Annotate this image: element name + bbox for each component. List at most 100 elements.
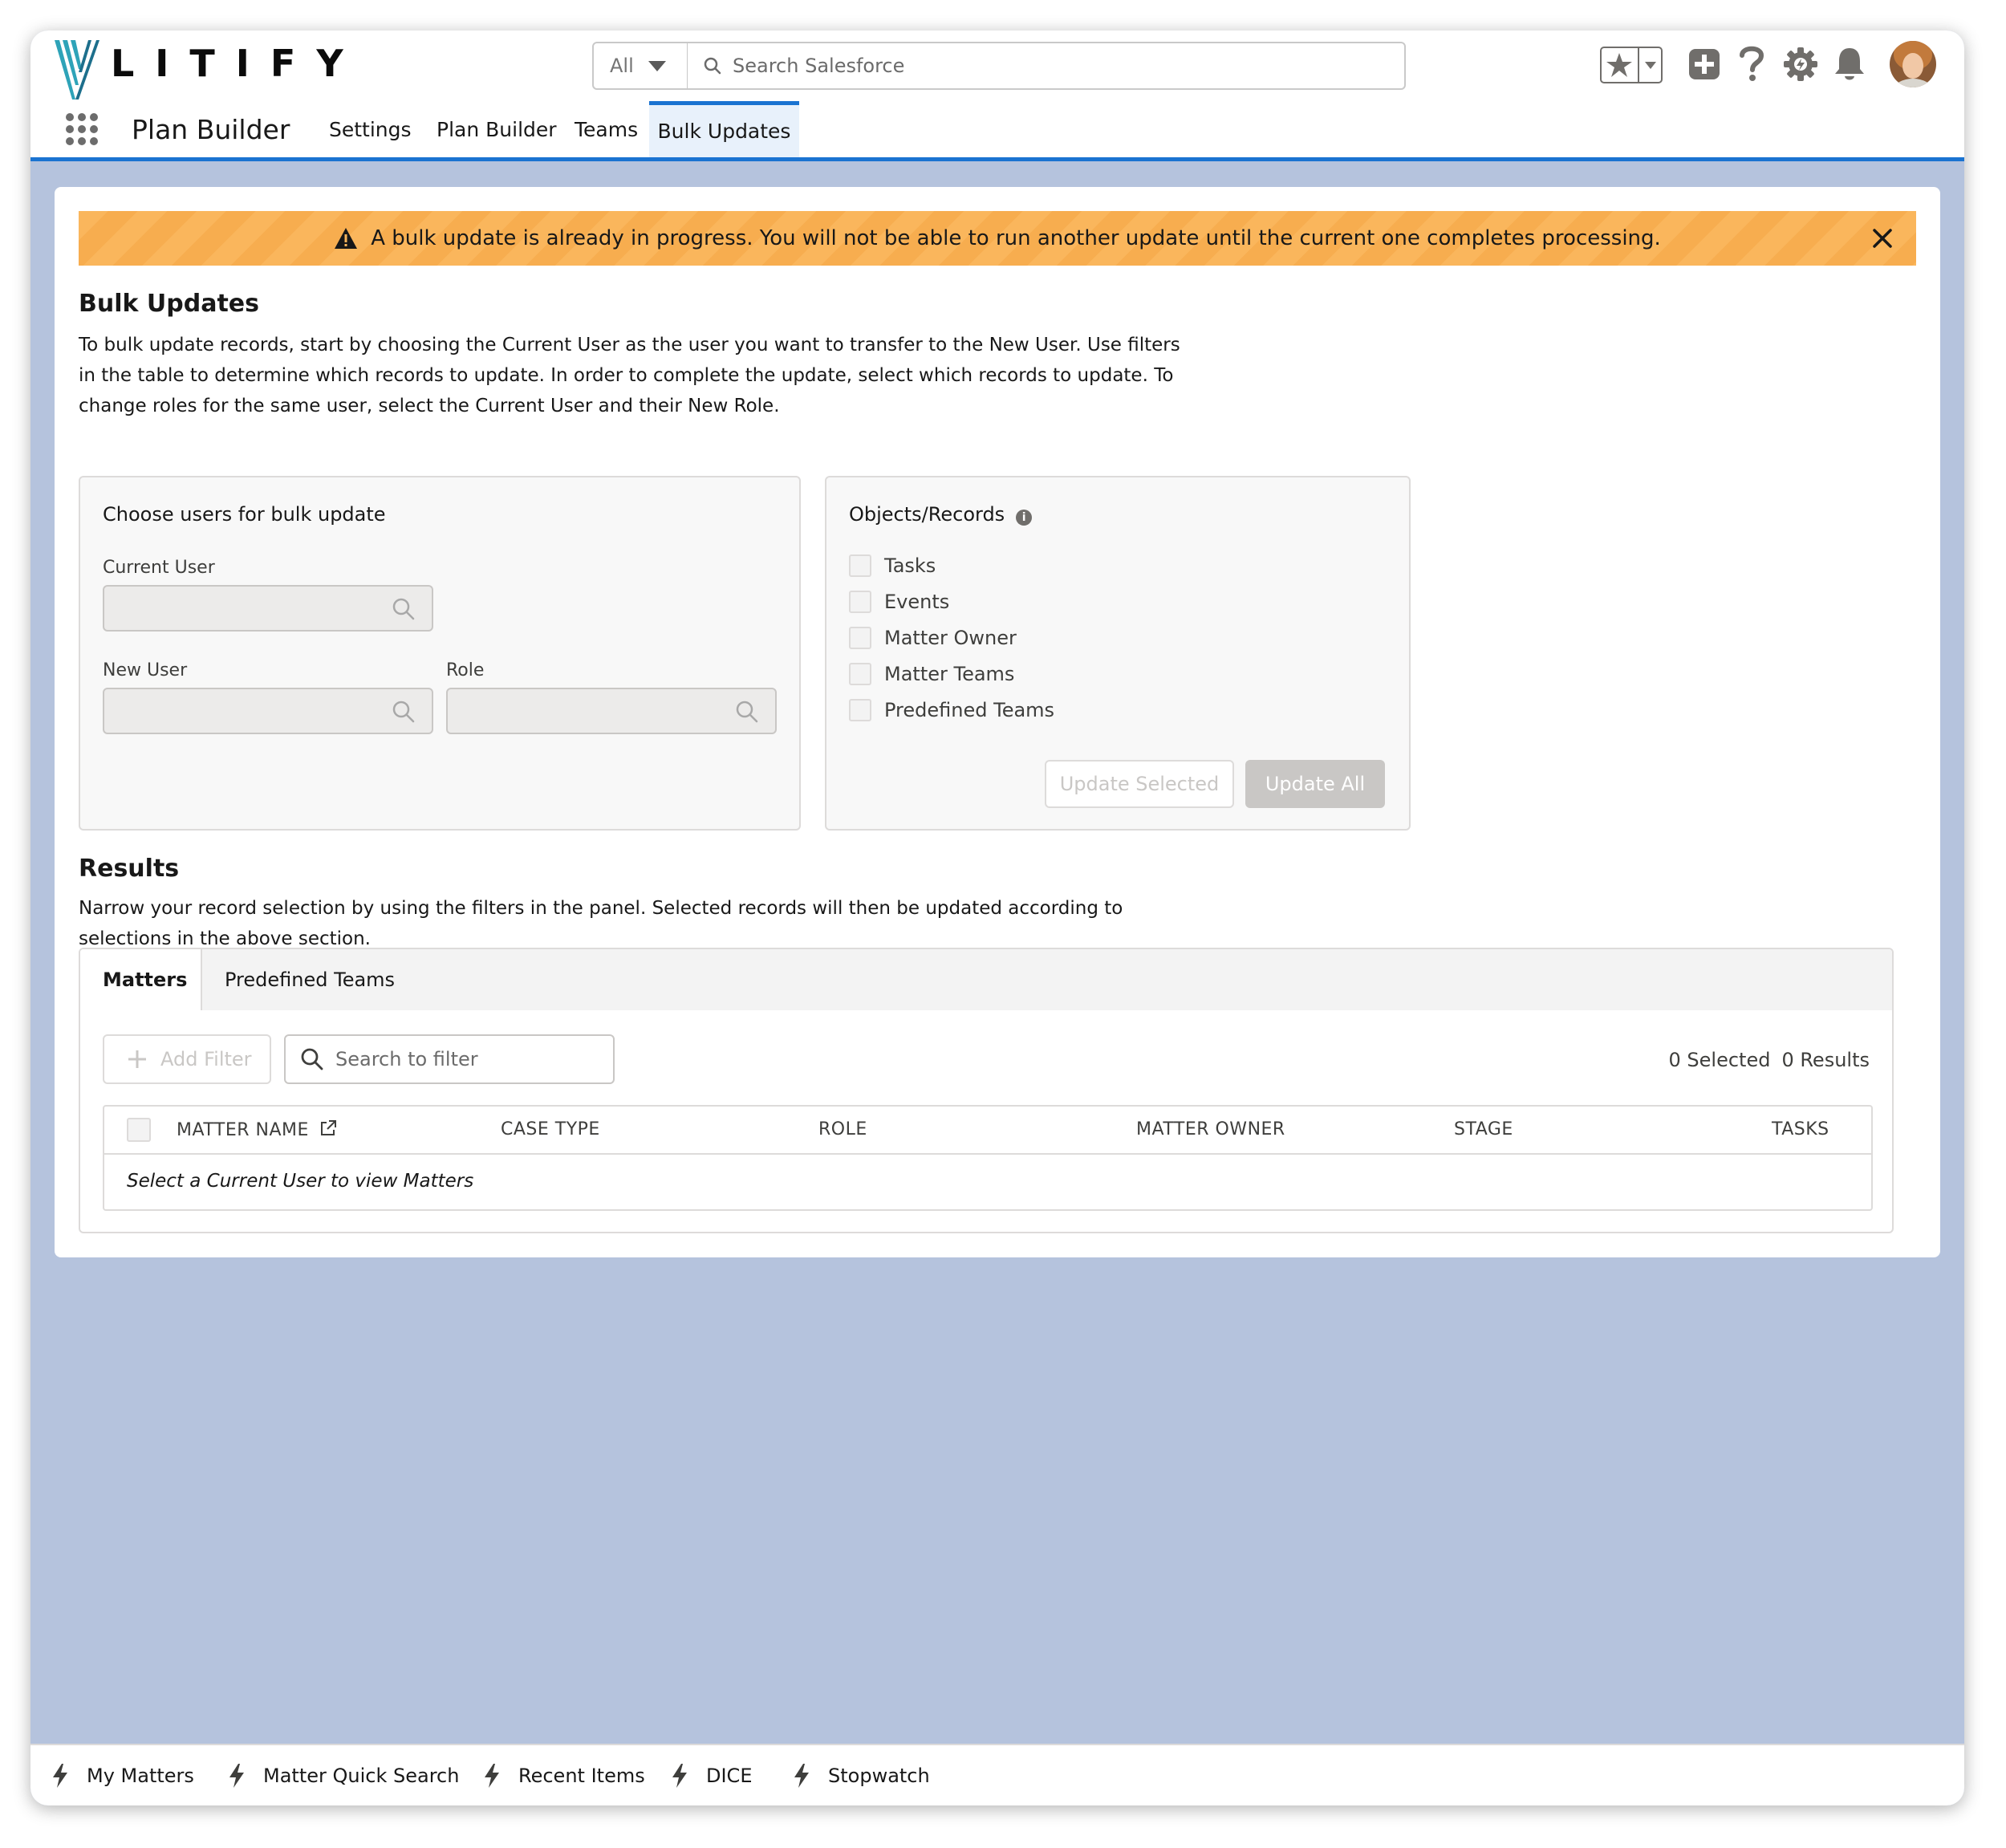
search-scope-dropdown[interactable]: All xyxy=(592,42,688,90)
update-all-button[interactable]: Update All xyxy=(1245,760,1385,808)
bulk-updates-description: To bulk update records, start by choosin… xyxy=(79,330,1180,421)
global-search[interactable] xyxy=(687,42,1406,90)
objects-records-title: Objects/Records i xyxy=(849,503,1033,526)
column-tasks[interactable]: TASKS xyxy=(1772,1119,1829,1139)
objects-records-panel: Objects/Records i Tasks Events Matter Own… xyxy=(825,476,1411,831)
search-scope-value: All xyxy=(610,55,634,77)
column-role[interactable]: ROLE xyxy=(818,1119,867,1139)
add-filter-label: Add Filter xyxy=(160,1048,252,1070)
selected-count: 0 Selected xyxy=(1668,1049,1771,1071)
search-filter-field[interactable] xyxy=(284,1034,615,1084)
results-panel: Matters Predefined Teams Add Filter 0 Se… xyxy=(79,948,1894,1233)
global-header: LITIFY All Search Salesforce Plan Builde… xyxy=(30,30,1964,161)
utility-matter-quick-search[interactable]: Matter Quick Search xyxy=(228,1763,459,1789)
global-search-input[interactable] xyxy=(733,55,1375,77)
utility-label: DICE xyxy=(706,1765,753,1787)
option-label: Tasks xyxy=(884,554,936,577)
description-line: in the table to determine which records … xyxy=(79,365,1174,386)
add-icon[interactable] xyxy=(1688,48,1720,80)
option-matter-owner[interactable]: Matter Owner xyxy=(849,627,1017,649)
search-icon xyxy=(392,598,415,620)
current-user-lookup[interactable] xyxy=(103,585,433,632)
option-predefined-teams[interactable]: Predefined Teams xyxy=(849,699,1054,721)
search-icon xyxy=(736,701,758,723)
tab-matters[interactable]: Matters xyxy=(80,949,202,1010)
litify-logo xyxy=(55,40,99,100)
search-icon xyxy=(392,701,415,723)
nav-tab-plan-builder[interactable]: Plan Builder xyxy=(419,101,575,157)
checkbox[interactable] xyxy=(849,663,871,685)
help-icon[interactable] xyxy=(1738,45,1765,82)
external-link-icon xyxy=(321,1120,337,1135)
lightning-bolt-icon xyxy=(485,1764,499,1788)
close-icon[interactable] xyxy=(1870,225,1895,251)
column-matter-owner[interactable]: MATTER OWNER xyxy=(1136,1119,1285,1139)
info-icon[interactable]: i xyxy=(1016,510,1033,526)
bulk-updates-card: A bulk update is already in progress. Yo… xyxy=(55,187,1940,1257)
role-label: Role xyxy=(446,660,485,680)
app-name: Plan Builder xyxy=(132,114,290,145)
brand-wordmark: LITIFY xyxy=(111,42,364,85)
option-matter-teams[interactable]: Matter Teams xyxy=(849,663,1014,685)
checkbox[interactable] xyxy=(849,627,871,649)
utility-dice[interactable]: DICE xyxy=(671,1763,752,1789)
new-user-lookup[interactable] xyxy=(103,688,433,734)
nav-tab-settings[interactable]: Settings xyxy=(311,101,429,157)
empty-state-message: Select a Current User to view Matters xyxy=(127,1171,474,1192)
utility-stopwatch[interactable]: Stopwatch xyxy=(793,1763,930,1789)
new-user-label: New User xyxy=(103,660,188,680)
option-events[interactable]: Events xyxy=(849,591,949,613)
option-tasks[interactable]: Tasks xyxy=(849,554,936,577)
utility-label: Matter Quick Search xyxy=(263,1765,460,1787)
update-selected-button[interactable]: Update Selected xyxy=(1045,760,1234,808)
utility-my-matters[interactable]: My Matters xyxy=(51,1763,194,1789)
search-icon xyxy=(704,57,721,75)
description-line: To bulk update records, start by choosin… xyxy=(79,335,1180,355)
lightning-bolt-icon xyxy=(794,1764,809,1788)
table-header: MATTER NAME CASE TYPE ROLE MATTER OWNER … xyxy=(104,1107,1871,1155)
user-avatar[interactable] xyxy=(1889,40,1937,88)
notifications-bell-icon[interactable] xyxy=(1833,47,1866,82)
search-filter-input[interactable] xyxy=(335,1048,608,1070)
option-label: Matter Teams xyxy=(884,663,1015,685)
lightning-bolt-icon xyxy=(53,1764,67,1788)
column-label: MATTER NAME xyxy=(177,1120,309,1140)
chevron-down-icon xyxy=(648,60,666,71)
app-window: LITIFY All Search Salesforce Plan Builde… xyxy=(30,30,1964,1805)
nav-tab-bulk-updates[interactable]: Bulk Updates xyxy=(649,101,799,157)
utility-recent-items[interactable]: Recent Items xyxy=(483,1763,645,1789)
option-label: Events xyxy=(884,591,950,613)
column-matter-name[interactable]: MATTER NAME xyxy=(177,1119,337,1140)
bulk-updates-title: Bulk Updates xyxy=(79,290,259,318)
checkbox[interactable] xyxy=(849,554,871,577)
tab-predefined-teams[interactable]: Predefined Teams xyxy=(202,949,417,1010)
description-line: change roles for the same user, select t… xyxy=(79,396,780,416)
option-label: Matter Owner xyxy=(884,627,1017,649)
column-stage[interactable]: STAGE xyxy=(1454,1119,1513,1139)
results-count: 0 Results xyxy=(1781,1049,1870,1071)
favorites-star-icon[interactable] xyxy=(1600,47,1663,83)
lightning-bolt-icon xyxy=(229,1764,244,1788)
matters-table: MATTER NAME CASE TYPE ROLE MATTER OWNER … xyxy=(103,1105,1873,1211)
app-launcher-icon[interactable] xyxy=(66,113,98,145)
plus-icon xyxy=(128,1050,146,1068)
column-case-type[interactable]: CASE TYPE xyxy=(501,1119,600,1139)
choose-users-panel: Choose users for bulk update Current Use… xyxy=(79,476,801,831)
objects-records-title-text: Objects/Records xyxy=(849,503,1005,526)
choose-users-title: Choose users for bulk update xyxy=(103,503,386,526)
select-all-checkbox[interactable] xyxy=(127,1118,151,1142)
warning-icon xyxy=(335,228,358,249)
checkbox[interactable] xyxy=(849,699,871,721)
results-tabs: Matters Predefined Teams xyxy=(80,949,1892,1010)
current-user-label: Current User xyxy=(103,558,215,578)
add-filter-button[interactable]: Add Filter xyxy=(103,1034,271,1084)
nav-tab-teams[interactable]: Teams xyxy=(557,101,656,157)
setup-gear-icon[interactable] xyxy=(1783,47,1818,82)
utility-label: Stopwatch xyxy=(828,1765,930,1787)
checkbox[interactable] xyxy=(849,591,871,613)
utility-label: My Matters xyxy=(87,1765,194,1787)
description-line: Narrow your record selection by using th… xyxy=(79,898,1123,919)
selection-counts: 0 Selected 0 Results xyxy=(1658,1049,1870,1071)
role-lookup[interactable] xyxy=(446,688,777,734)
utility-label: Recent Items xyxy=(518,1765,645,1787)
